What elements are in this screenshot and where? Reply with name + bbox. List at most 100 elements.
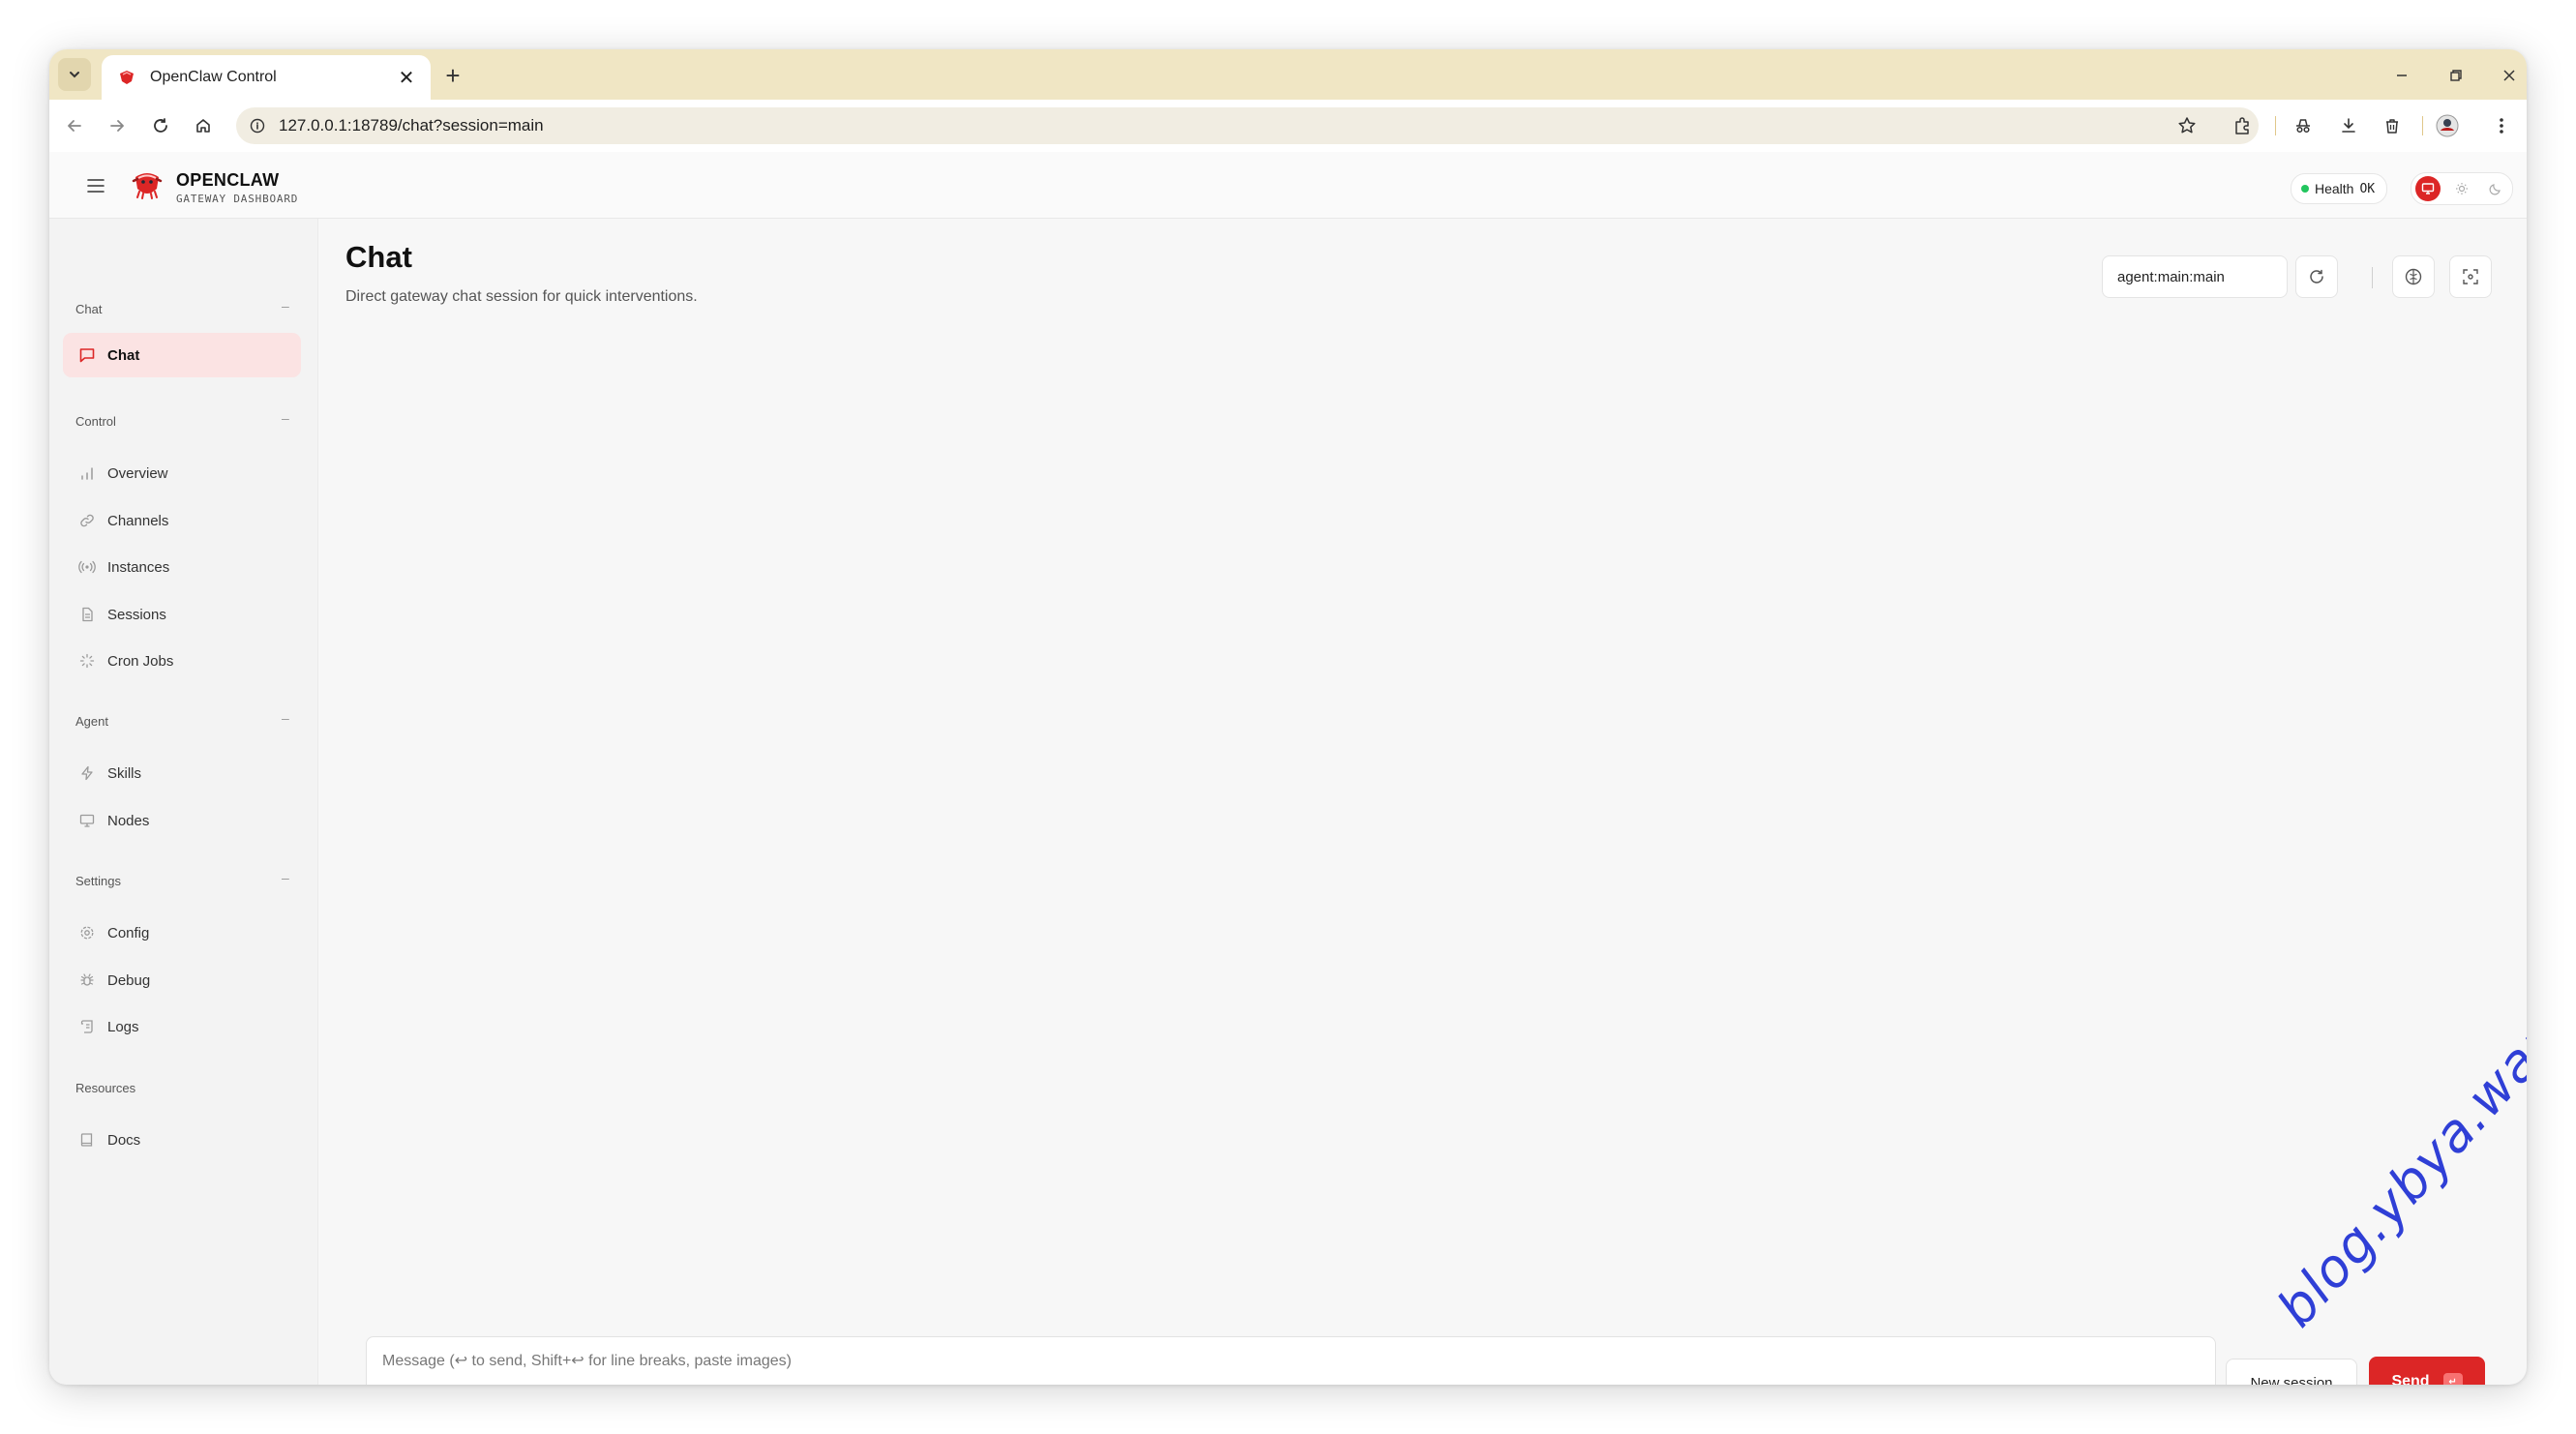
sidebar-item-label: Channels bbox=[107, 512, 169, 529]
radio-icon bbox=[76, 556, 98, 578]
browser-toolbar: 127.0.0.1:18789/chat?session=main bbox=[49, 100, 2527, 153]
app-header: OPENCLAW GATEWAY DASHBOARD Health OK bbox=[49, 152, 2527, 219]
file-text-icon bbox=[76, 604, 98, 625]
sidebar-item-label: Sessions bbox=[107, 606, 166, 623]
health-label: Health bbox=[2315, 181, 2354, 196]
collapse-icon[interactable]: – bbox=[282, 710, 289, 726]
collapse-icon[interactable]: – bbox=[282, 410, 289, 426]
sidebar-section-resources: Resources bbox=[75, 1081, 136, 1095]
sidebar-item-overview[interactable]: Overview bbox=[63, 451, 301, 495]
sun-icon bbox=[2455, 183, 2468, 194]
message-square-icon bbox=[76, 344, 98, 366]
new-tab-button[interactable]: + bbox=[438, 61, 467, 90]
home-icon bbox=[196, 119, 210, 133]
browser-window: OpenClaw Control ✕ + 127.0.0.1:18789/cha… bbox=[49, 49, 2527, 1385]
trash-icon[interactable] bbox=[2377, 110, 2408, 141]
close-tab-icon[interactable]: ✕ bbox=[394, 65, 419, 90]
new-session-button[interactable]: New session bbox=[2226, 1359, 2357, 1385]
theme-light-button[interactable] bbox=[2449, 176, 2474, 201]
send-label: Send bbox=[2391, 1373, 2430, 1385]
more-menu-icon[interactable] bbox=[2486, 110, 2517, 141]
page-title: Chat bbox=[345, 240, 412, 274]
reload-button[interactable] bbox=[145, 110, 176, 141]
sidebar-item-docs[interactable]: Docs bbox=[63, 1118, 301, 1162]
header-divider bbox=[2372, 267, 2373, 288]
extensions-icon[interactable] bbox=[2227, 110, 2258, 141]
sidebar-item-config[interactable]: Config bbox=[63, 911, 301, 955]
minimize-icon[interactable] bbox=[2385, 59, 2418, 92]
url-text: 127.0.0.1:18789/chat?session=main bbox=[279, 116, 544, 134]
collapse-icon[interactable]: – bbox=[282, 298, 289, 314]
sidebar-item-logs[interactable]: Logs bbox=[63, 1004, 301, 1049]
session-selector[interactable]: agent:main:main bbox=[2102, 255, 2288, 298]
sidebar-item-label: Nodes bbox=[107, 812, 150, 829]
page-subtitle: Direct gateway chat session for quick in… bbox=[345, 288, 698, 305]
close-window-icon[interactable] bbox=[2493, 59, 2526, 92]
bar-chart-icon bbox=[76, 463, 98, 484]
sidebar-item-label: Skills bbox=[107, 764, 142, 782]
brand-name: OPENCLAW bbox=[176, 170, 280, 190]
main-content: Chat Direct gateway chat session for qui… bbox=[318, 219, 2527, 1385]
sidebar-item-label: Config bbox=[107, 924, 150, 941]
toolbar-divider bbox=[2275, 116, 2276, 135]
scroll-icon bbox=[76, 1016, 98, 1037]
health-status-text: OK bbox=[2359, 181, 2376, 196]
message-composer bbox=[366, 1336, 2216, 1385]
download-icon[interactable] bbox=[2333, 110, 2364, 141]
monitor-icon bbox=[76, 810, 98, 831]
sidebar-item-channels[interactable]: Channels bbox=[63, 498, 301, 543]
home-button[interactable] bbox=[188, 110, 219, 141]
back-button[interactable] bbox=[59, 110, 90, 141]
health-status-dot bbox=[2301, 185, 2309, 193]
sidebar-item-debug[interactable]: Debug bbox=[63, 958, 301, 1002]
book-icon bbox=[76, 1129, 98, 1150]
incognito-icon[interactable] bbox=[2288, 110, 2319, 141]
link-icon bbox=[76, 510, 98, 531]
bug-icon bbox=[76, 970, 98, 991]
monitor-icon bbox=[2422, 183, 2435, 194]
sidebar-item-label: Docs bbox=[107, 1131, 141, 1149]
profile-avatar-icon[interactable] bbox=[2432, 110, 2463, 141]
sidebar-item-cron-jobs[interactable]: Cron Jobs bbox=[63, 639, 301, 683]
sidebar-item-skills[interactable]: Skills bbox=[63, 751, 301, 795]
message-input[interactable] bbox=[367, 1337, 2215, 1385]
address-bar[interactable]: 127.0.0.1:18789/chat?session=main bbox=[236, 107, 2259, 144]
focus-icon bbox=[2463, 269, 2478, 284]
browser-tabbar: OpenClaw Control ✕ + bbox=[49, 49, 2527, 100]
thinking-toggle-button[interactable] bbox=[2392, 255, 2435, 298]
moon-icon bbox=[2489, 184, 2501, 195]
sidebar-section-control: Control bbox=[75, 414, 116, 429]
openclaw-logo-icon bbox=[130, 167, 165, 202]
bookmark-star-icon[interactable] bbox=[2172, 110, 2202, 141]
sidebar-item-nodes[interactable]: Nodes bbox=[63, 798, 301, 843]
brain-icon bbox=[2405, 268, 2422, 285]
sidebar-item-label: Instances bbox=[107, 558, 170, 576]
collapse-icon[interactable]: – bbox=[282, 870, 289, 885]
arrow-left-icon bbox=[68, 120, 81, 132]
loader-icon bbox=[76, 650, 98, 672]
theme-dark-button[interactable] bbox=[2483, 176, 2508, 201]
theme-system-button[interactable] bbox=[2415, 176, 2441, 201]
sidebar-section-chat: Chat bbox=[75, 302, 103, 316]
reload-icon bbox=[154, 118, 167, 133]
sidebar-section-agent: Agent bbox=[75, 714, 108, 729]
site-info-icon[interactable] bbox=[244, 112, 271, 139]
sidebar-item-instances[interactable]: Instances bbox=[63, 545, 301, 589]
send-button[interactable]: Send ↵ bbox=[2369, 1357, 2485, 1385]
toolbar-divider bbox=[2422, 116, 2423, 135]
sidebar-item-sessions[interactable]: Sessions bbox=[63, 592, 301, 637]
chevron-down-icon bbox=[70, 72, 79, 78]
forward-button[interactable] bbox=[102, 110, 133, 141]
refresh-button[interactable] bbox=[2295, 255, 2338, 298]
sidebar-section-settings: Settings bbox=[75, 874, 121, 888]
sidebar-item-label: Debug bbox=[107, 971, 151, 989]
focus-mode-button[interactable] bbox=[2449, 255, 2492, 298]
browser-tab[interactable]: OpenClaw Control ✕ bbox=[102, 55, 431, 100]
brand-subtitle: GATEWAY DASHBOARD bbox=[176, 193, 299, 205]
arrow-right-icon bbox=[110, 120, 124, 132]
menu-toggle-button[interactable] bbox=[81, 171, 110, 200]
restore-icon[interactable] bbox=[2440, 59, 2472, 92]
openclaw-favicon-icon bbox=[115, 66, 138, 89]
sidebar-item-chat[interactable]: Chat bbox=[63, 333, 301, 377]
tab-search-button[interactable] bbox=[58, 58, 91, 91]
